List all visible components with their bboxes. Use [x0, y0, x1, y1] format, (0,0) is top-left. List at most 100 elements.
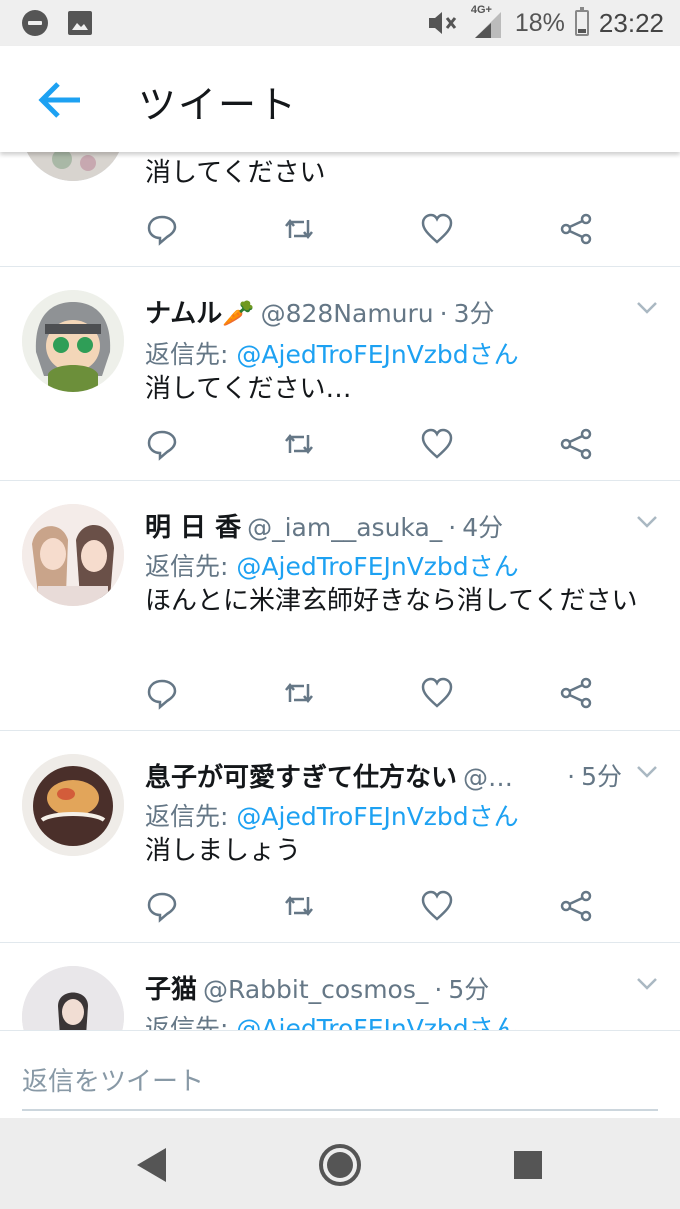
nav-home-button[interactable]: [315, 1140, 365, 1190]
reply-to-label: 返信先:: [145, 802, 229, 831]
tweet-actions: [145, 212, 605, 246]
reply-to-label: 返信先:: [145, 340, 229, 369]
chevron-down-icon[interactable]: [636, 301, 658, 315]
reply-to-label: 返信先:: [145, 1014, 229, 1030]
separator-dot: ·: [434, 975, 443, 1004]
battery-percent: 18%: [514, 8, 565, 37]
retweet-button[interactable]: [282, 427, 316, 461]
like-icon: [421, 213, 453, 244]
retweet-icon: [285, 895, 313, 917]
like-button[interactable]: [420, 889, 454, 923]
page-title: ツイート: [138, 83, 299, 127]
reply-feed[interactable]: 消してください ナムル🥕 @828Namuru · 3分 返信先: @AjedT…: [0, 152, 680, 1030]
retweet-icon: [285, 433, 313, 455]
display-name[interactable]: 子猫: [145, 969, 197, 1006]
reply-to: 返信先: @AjedTroFEJnVzbdさん: [145, 335, 519, 371]
reply-to: 返信先: @AjedTroFEJnVzbdさん: [145, 1009, 519, 1030]
user-handle[interactable]: @_iam__asuka_: [247, 513, 442, 542]
tweet-header: 明 日 香 @_iam__asuka_ · 4分: [145, 507, 660, 544]
reply-button[interactable]: [145, 676, 179, 710]
signal-icon: 4G+: [471, 4, 505, 40]
separator-dot: ·: [439, 299, 448, 328]
tweet-header: 息子が可愛すぎて仕方ない @…: [145, 757, 590, 794]
chevron-down-icon[interactable]: [636, 977, 658, 991]
tweet-text: 消してください: [145, 158, 326, 188]
reply-button[interactable]: [145, 427, 179, 461]
share-icon: [560, 677, 592, 709]
reply-to: 返信先: @AjedTroFEJnVzbdさん: [145, 547, 519, 583]
clock: 23:22: [598, 7, 664, 38]
system-nav-bar: [0, 1118, 680, 1209]
avatar[interactable]: [22, 754, 124, 856]
back-button[interactable]: [36, 76, 84, 124]
avatar[interactable]: [22, 152, 124, 181]
chevron-down-icon[interactable]: [636, 515, 658, 529]
tweet-text: 消してください…: [145, 374, 352, 404]
status-bar: 4G+ 18% 23:22: [0, 0, 680, 46]
display-name[interactable]: ナムル🥕: [145, 293, 255, 330]
reply-to: 返信先: @AjedTroFEJnVzbdさん: [145, 797, 519, 833]
display-name[interactable]: 息子が可愛すぎて仕方ない: [145, 757, 457, 794]
tweet-item[interactable]: 息子が可愛すぎて仕方ない @… · 5分 返信先: @AjedTroFEJnVzb…: [0, 731, 680, 943]
reply-icon: [147, 215, 177, 246]
reply-to-user-link[interactable]: @AjedTroFEJnVzbdさん: [236, 1014, 518, 1030]
user-handle[interactable]: @…: [463, 763, 513, 792]
tweet-item[interactable]: 消してください: [0, 152, 680, 267]
reply-to-user-link[interactable]: @AjedTroFEJnVzbdさん: [236, 552, 518, 581]
tweet-actions: [145, 676, 605, 710]
reply-to-user-link[interactable]: @AjedTroFEJnVzbdさん: [236, 340, 518, 369]
recents-square-icon: [514, 1151, 542, 1179]
back-triangle-icon: [137, 1148, 166, 1182]
tweet-text: 消しましょう: [145, 836, 302, 866]
separator-dot: ·: [567, 762, 576, 791]
retweet-button[interactable]: [282, 212, 316, 246]
mute-icon: [428, 12, 457, 34]
tweet-meta: · 5分: [561, 757, 622, 793]
like-button[interactable]: [420, 212, 454, 246]
share-button[interactable]: [559, 212, 593, 246]
tweet-actions: [145, 889, 605, 923]
share-icon: [560, 213, 592, 245]
reply-button[interactable]: [145, 212, 179, 246]
reply-to-user-link[interactable]: @AjedTroFEJnVzbdさん: [236, 802, 518, 831]
arrow-left-icon: [38, 82, 80, 118]
user-handle[interactable]: @828Namuru: [261, 299, 434, 328]
battery-icon: [574, 7, 589, 36]
tweet-header: ナムル🥕 @828Namuru · 3分: [145, 293, 660, 330]
timestamp: 5分: [581, 762, 622, 791]
avatar[interactable]: [22, 504, 124, 606]
like-icon: [421, 428, 453, 459]
share-icon: [560, 428, 592, 460]
tweet-item[interactable]: 明 日 香 @_iam__asuka_ · 4分 返信先: @AjedTroFE…: [0, 481, 680, 731]
like-button[interactable]: [420, 676, 454, 710]
tweet-item[interactable]: ナムル🥕 @828Namuru · 3分 返信先: @AjedTroFEJnVz…: [0, 267, 680, 481]
reply-to-label: 返信先:: [145, 552, 229, 581]
reply-icon: [147, 892, 177, 923]
avatar[interactable]: [22, 290, 124, 392]
retweet-button[interactable]: [282, 889, 316, 923]
reply-tweet-input[interactable]: [22, 1055, 658, 1111]
display-name[interactable]: 明 日 香: [145, 507, 241, 544]
retweet-icon: [285, 682, 313, 704]
reply-composer: [0, 1030, 680, 1118]
reply-button[interactable]: [145, 889, 179, 923]
avatar[interactable]: [22, 966, 124, 1030]
timestamp: 4分: [462, 513, 504, 542]
nav-back-button[interactable]: [128, 1140, 178, 1190]
share-button[interactable]: [559, 676, 593, 710]
tweet-item[interactable]: 子猫 @Rabbit_cosmos_ · 5分 返信先: @AjedTroFEJ…: [0, 943, 680, 1030]
share-button[interactable]: [559, 427, 593, 461]
retweet-button[interactable]: [282, 676, 316, 710]
app-header: ツイート: [0, 46, 680, 152]
chevron-down-icon[interactable]: [636, 765, 658, 779]
timestamp: 5分: [448, 975, 490, 1004]
user-handle[interactable]: @Rabbit_cosmos_: [203, 975, 428, 1004]
like-icon: [421, 677, 453, 708]
reply-icon: [147, 679, 177, 710]
like-button[interactable]: [420, 427, 454, 461]
reply-icon: [147, 430, 177, 461]
retweet-icon: [285, 218, 313, 240]
nav-recents-button[interactable]: [503, 1140, 553, 1190]
share-button[interactable]: [559, 889, 593, 923]
tweet-text: ほんとに米津玄師好きなら消してください: [145, 586, 638, 616]
